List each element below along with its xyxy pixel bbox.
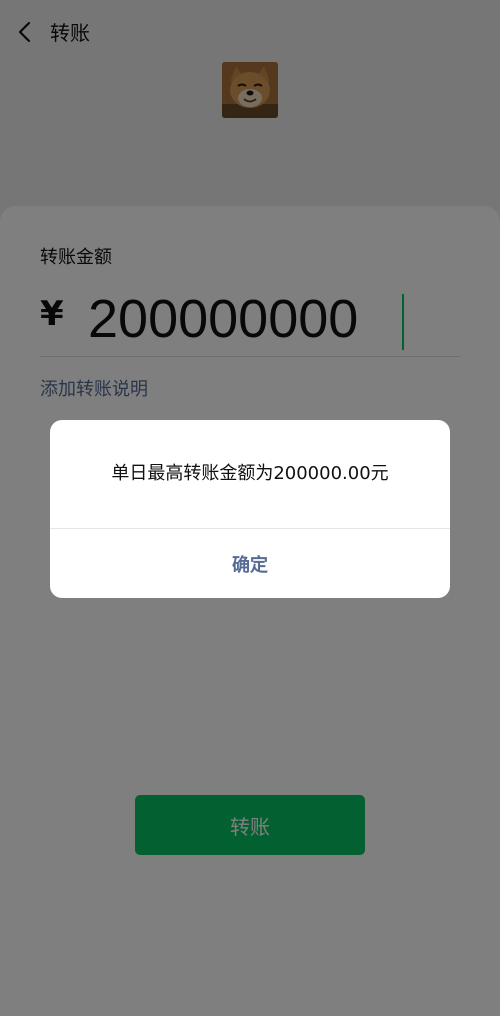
- confirm-button[interactable]: 确定: [50, 529, 450, 598]
- dialog-message: 单日最高转账金额为200000.00元: [111, 463, 389, 484]
- limit-alert-dialog: 单日最高转账金额为200000.00元 确定: [50, 420, 450, 598]
